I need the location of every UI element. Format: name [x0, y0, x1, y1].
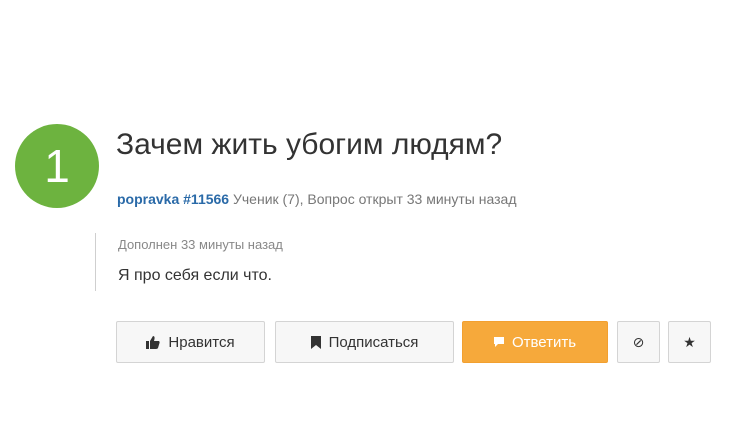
question-number-badge: 1 [15, 124, 99, 208]
reply-button[interactable]: Ответить [462, 321, 608, 363]
like-button-label: Нравится [168, 333, 235, 351]
question-page: 1 Зачем жить убогим людям? popravka #115… [0, 0, 750, 431]
star-icon: ★ [683, 334, 696, 350]
addendum-label: Дополнен 33 минуты назад [118, 237, 283, 252]
block-button[interactable]: ⊘ [617, 321, 660, 363]
comment-icon [493, 337, 504, 347]
favorite-button[interactable]: ★ [668, 321, 711, 363]
subscribe-button[interactable]: Подписаться [275, 321, 454, 363]
reply-button-label: Ответить [511, 333, 577, 351]
like-button[interactable]: Нравится [116, 321, 265, 363]
question-meta: popravka #11566 Ученик (7), Вопрос откры… [117, 191, 516, 207]
addendum-text: Я про себя если что. [118, 267, 272, 284]
subscribe-button-label: Подписаться [328, 333, 419, 351]
bookmark-icon [310, 335, 321, 349]
question-title: Зачем жить убогим людям? [116, 128, 503, 161]
question-addendum: Дополнен 33 минуты назад Я про себя если… [95, 233, 283, 291]
block-icon: ⊘ [632, 334, 645, 350]
question-meta-text: Ученик (7), Вопрос открыт 33 минуты наза… [232, 191, 517, 207]
author-link[interactable]: popravka #11566 [117, 191, 229, 207]
thumbs-up-icon [146, 335, 161, 349]
